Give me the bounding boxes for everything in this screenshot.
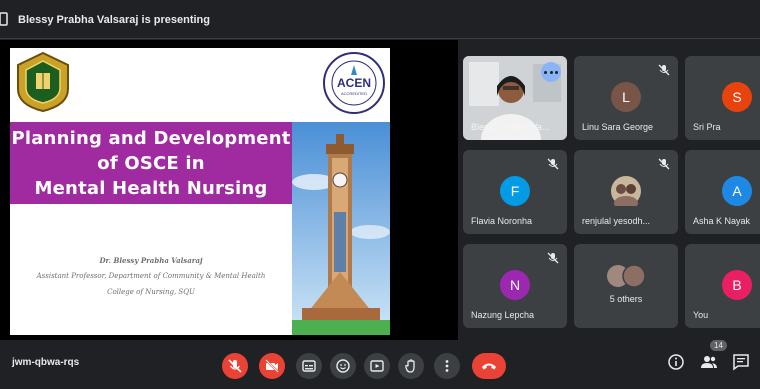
mic-off-icon bbox=[658, 158, 670, 170]
mic-off-icon bbox=[228, 359, 242, 373]
participant-tile[interactable]: S Sri Pra bbox=[685, 56, 760, 140]
mic-off-icon bbox=[658, 64, 670, 76]
end-call-icon bbox=[482, 363, 496, 370]
presenter-title: Assistant Professor, Department of Commu… bbox=[36, 272, 266, 280]
chat-icon[interactable] bbox=[732, 353, 750, 371]
presenter-affiliation: College of Nursing, SQU bbox=[107, 288, 195, 296]
avatar: B bbox=[722, 270, 752, 300]
emoji-icon bbox=[336, 359, 350, 373]
mic-off-icon bbox=[547, 252, 559, 264]
present-now-button[interactable] bbox=[364, 353, 390, 379]
participant-name: Blessy Prabha Va... bbox=[471, 122, 550, 132]
presenting-status-text: Blessy Prabha Valsaraj is presenting bbox=[18, 14, 210, 26]
top-divider bbox=[0, 38, 760, 39]
avatar-photo bbox=[611, 176, 641, 206]
slide-title-band: Planning and Development of OSCE in Ment… bbox=[10, 122, 292, 204]
captions-icon bbox=[302, 360, 316, 372]
participant-tile[interactable]: L Linu Sara George bbox=[574, 56, 678, 140]
more-options-button[interactable] bbox=[434, 353, 460, 379]
university-seal-logo bbox=[17, 51, 69, 113]
clock-tower-photo bbox=[292, 122, 390, 335]
participant-name: Nazung Lepcha bbox=[471, 310, 535, 320]
participant-name: Flavia Noronha bbox=[471, 216, 533, 226]
acen-accreditation-logo: ACEN ACCREDITED bbox=[323, 52, 385, 114]
others-count-label: 5 others bbox=[609, 294, 643, 304]
participant-tile-presenter[interactable]: Blessy Prabha Va... bbox=[463, 56, 567, 140]
svg-text:ACCREDITED: ACCREDITED bbox=[341, 91, 367, 96]
raise-hand-icon bbox=[405, 359, 415, 373]
end-call-button[interactable] bbox=[472, 353, 506, 379]
people-count-badge: 14 bbox=[710, 340, 727, 351]
participant-tile-others[interactable]: 5 others bbox=[574, 244, 678, 328]
meeting-code: jwm-qbwa-rqs bbox=[12, 357, 80, 368]
participant-tile-self[interactable]: B You bbox=[685, 244, 760, 328]
participant-name: renjulal yesodh... bbox=[582, 216, 651, 226]
participant-name: Asha K Nayak bbox=[693, 216, 751, 226]
slide-title-line: Mental Health Nursing bbox=[34, 178, 268, 199]
reactions-button[interactable] bbox=[330, 353, 356, 379]
camera-off-icon bbox=[265, 359, 279, 373]
bottom-control-bar: jwm-qbwa-rqs 14 bbox=[0, 340, 760, 389]
more-options-button[interactable] bbox=[541, 62, 561, 82]
present-icon bbox=[370, 360, 384, 372]
avatar: F bbox=[500, 176, 530, 206]
svg-text:ACEN: ACEN bbox=[337, 76, 371, 90]
presenting-icon bbox=[0, 12, 8, 26]
more-options-icon bbox=[445, 360, 449, 372]
participant-tile[interactable]: N Nazung Lepcha bbox=[463, 244, 567, 328]
captions-button[interactable] bbox=[296, 353, 322, 379]
avatar: L bbox=[611, 82, 641, 112]
presenter-name: Dr. Blessy Prabha Valsaraj bbox=[99, 256, 203, 265]
avatar: S bbox=[722, 82, 752, 112]
participant-tile[interactable]: A Asha K Nayak bbox=[685, 150, 760, 234]
participant-tile[interactable]: F Flavia Noronha bbox=[463, 150, 567, 234]
mic-off-icon bbox=[547, 158, 559, 170]
participant-name: Linu Sara George bbox=[582, 122, 654, 132]
others-avatars bbox=[607, 264, 646, 288]
presentation-stage[interactable]: ACEN ACCREDITED Planning and Development… bbox=[0, 40, 458, 340]
slide-title-line: Planning and Development bbox=[11, 128, 291, 149]
top-bar: Blessy Prabha Valsaraj is presenting bbox=[0, 0, 760, 40]
avatar: A bbox=[722, 176, 752, 206]
raise-hand-button[interactable] bbox=[398, 353, 424, 379]
avatar: N bbox=[500, 270, 530, 300]
participant-name: You bbox=[693, 310, 709, 320]
participant-name: Sri Pra bbox=[693, 122, 721, 132]
meeting-info-icon[interactable] bbox=[667, 353, 685, 371]
slide-title-line: of OSCE in bbox=[97, 153, 205, 174]
mic-toggle-button[interactable] bbox=[222, 353, 248, 379]
camera-toggle-button[interactable] bbox=[259, 353, 285, 379]
people-icon[interactable] bbox=[700, 353, 718, 371]
participant-tile[interactable]: renjulal yesodh... bbox=[574, 150, 678, 234]
presentation-slide: ACEN ACCREDITED Planning and Development… bbox=[10, 48, 390, 335]
